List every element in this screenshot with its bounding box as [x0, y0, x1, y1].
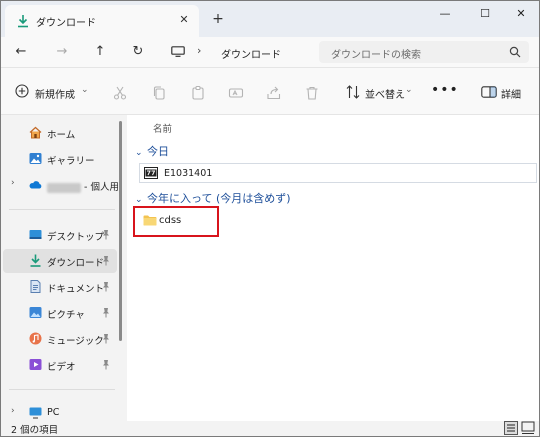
download-icon [30, 254, 41, 267]
chevron-down-icon: ⌄ [81, 85, 89, 95]
download-icon [18, 15, 28, 28]
sidebar-item-label: ピクチャ [47, 310, 85, 321]
forward-button[interactable]: → [52, 42, 72, 62]
sidebar-item-label: - 個人用 [84, 182, 119, 193]
pin-icon [103, 334, 109, 344]
cut-icon[interactable] [112, 85, 128, 101]
sidebar-item-onedrive[interactable]: › - 個人用 [3, 173, 119, 197]
sidebar-item-label: デスクトップ [47, 232, 105, 243]
pc-icon [29, 407, 42, 419]
up-button[interactable]: ↑ [90, 42, 110, 62]
status-bar: 2 個の項目 [1, 421, 539, 436]
music-icon [29, 332, 42, 345]
refresh-button[interactable]: ↻ [128, 42, 148, 62]
pin-icon [103, 256, 109, 266]
sidebar-item-label: ドキュメント [47, 284, 105, 295]
sort-icon [346, 85, 360, 99]
more-options-button[interactable]: ••• [431, 82, 459, 98]
sort-button-label: 並べ替え [365, 90, 405, 101]
sidebar-item-text: - 個人用 [47, 179, 119, 193]
pin-icon [103, 308, 109, 318]
sidebar-divider [9, 389, 115, 390]
command-bar: 新規作成 ⌄ 並べ替え ⌄ ••• 詳細 [1, 67, 539, 115]
share-icon[interactable] [266, 85, 282, 101]
sidebar-item-label: ギャラリー [47, 156, 95, 167]
videos-icon [29, 359, 42, 370]
sidebar-item-label: ビデオ [47, 362, 76, 373]
expand-chevron-icon[interactable]: › [11, 178, 15, 188]
sidebar-item-label: ホーム [47, 130, 76, 141]
pin-icon [103, 230, 109, 240]
pictures-icon [29, 307, 42, 318]
sidebar-item-label: ミュージック [47, 336, 104, 347]
sidebar-item-downloads[interactable]: ダウンロード [3, 249, 117, 273]
navigation-bar: ← → ↑ ↻ › ダウンロード ダウンロードの検索 [1, 37, 539, 67]
tab-close-button[interactable]: ✕ [176, 12, 192, 28]
redacted-account-name [47, 182, 81, 193]
sidebar-item-gallery[interactable]: ギャラリー [3, 147, 117, 171]
sidebar-item-pictures[interactable]: ピクチャ [3, 301, 117, 325]
pin-icon [103, 282, 109, 292]
close-window-button[interactable]: ✕ [507, 4, 535, 24]
delete-icon[interactable] [304, 85, 320, 101]
gallery-icon [29, 153, 42, 164]
onedrive-icon [29, 181, 42, 189]
details-label: 詳細 [501, 90, 521, 101]
navigation-pane: ホーム ギャラリー › - 個人用 デスクトップ ダウンロード ドキュメント ピ… [1, 115, 123, 421]
tab-downloads[interactable]: ダウンロード ✕ [5, 5, 199, 37]
details-pane-icon [481, 86, 497, 98]
pin-icon [103, 360, 109, 370]
sidebar-item-documents[interactable]: ドキュメント [3, 275, 117, 299]
chevron-down-icon: ⌄ [405, 85, 413, 95]
minimize-button[interactable]: — [431, 4, 459, 24]
tab-title: ダウンロード [36, 18, 96, 29]
new-tab-button[interactable]: + [209, 10, 227, 28]
sidebar-item-label: PC [47, 407, 60, 418]
address-bar[interactable]: › ダウンロード [161, 41, 311, 63]
search-input[interactable]: ダウンロードの検索 [331, 46, 421, 61]
new-button-label: 新規作成 [35, 90, 75, 101]
maximize-button[interactable]: ☐ [471, 4, 499, 24]
group-header-this-year[interactable]: ⌄ 今年に入って (今月は含めず) [135, 190, 291, 206]
back-button[interactable]: ← [11, 42, 31, 62]
breadcrumb-downloads[interactable]: ダウンロード [221, 46, 281, 61]
chevron-down-icon: ⌄ [135, 195, 143, 205]
sidebar-scrollbar[interactable] [119, 121, 122, 341]
home-icon [29, 126, 42, 139]
tiles-view-icon[interactable] [521, 421, 535, 435]
group-title: 今日 [147, 145, 169, 158]
sidebar-item-music[interactable]: ミュージック [3, 327, 117, 351]
plus-circle-icon [15, 84, 29, 98]
group-title: 今年に入って (今月は含めず) [147, 192, 291, 205]
rename-icon[interactable] [228, 85, 244, 101]
title-bar: ダウンロード ✕ + — ☐ ✕ [1, 1, 539, 37]
highlight-annotation [133, 206, 219, 237]
expand-chevron-icon[interactable]: › [11, 406, 15, 416]
sidebar-item-desktop[interactable]: デスクトップ [3, 223, 117, 247]
monitor-icon [171, 46, 185, 57]
item-count: 2 個の項目 [11, 425, 59, 436]
7zip-archive-icon [144, 167, 158, 179]
sidebar-divider [9, 209, 115, 210]
file-list: 名前 ⌄ 今日 E1031401 ⌄ 今年に入って (今月は含めず) cdss [127, 115, 539, 421]
sidebar-item-videos[interactable]: ビデオ [3, 353, 117, 377]
list-item[interactable]: E1031401 [139, 163, 537, 183]
documents-icon [30, 280, 41, 293]
chevron-down-icon: ⌄ [135, 148, 143, 158]
sidebar-item-label: ダウンロード [47, 258, 105, 269]
breadcrumb-separator: › [197, 44, 202, 57]
sidebar-item-home[interactable]: ホーム [3, 121, 117, 145]
search-icon [509, 46, 521, 58]
details-view-icon[interactable] [504, 421, 518, 435]
paste-icon[interactable] [190, 85, 206, 101]
desktop-icon [29, 230, 42, 239]
search-box[interactable]: ダウンロードの検索 [319, 41, 529, 63]
copy-icon[interactable] [151, 85, 167, 101]
group-header-today[interactable]: ⌄ 今日 [135, 143, 169, 159]
sidebar-item-pc[interactable]: › PC [3, 403, 117, 421]
column-header-name[interactable]: 名前 [153, 121, 172, 135]
file-explorer-window: ダウンロード ✕ + — ☐ ✕ ← → ↑ ↻ › ダウンロード ダウンロード… [0, 0, 540, 437]
file-name: E1031401 [164, 168, 213, 179]
